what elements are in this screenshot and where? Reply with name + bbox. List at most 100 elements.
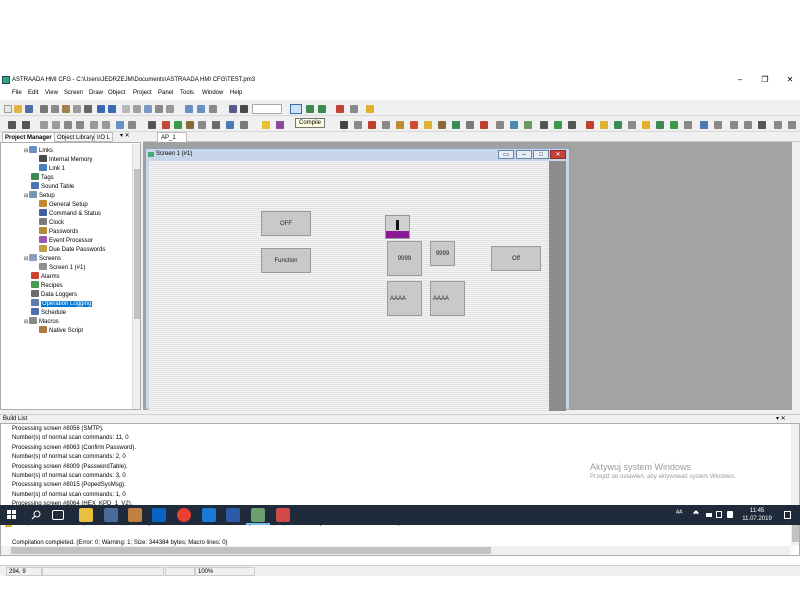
tree-node[interactable]: ⊟ Links (24, 146, 53, 155)
tree-node[interactable]: Schedule (31, 308, 66, 317)
warning-tool-icon[interactable] (586, 121, 594, 129)
ascii-display-2[interactable]: AAAA (430, 281, 465, 316)
screen-canvas[interactable]: OFF Function 9999 9999 Off AAAA AAAA (149, 161, 549, 411)
edge-icon[interactable] (202, 508, 216, 522)
screen-maximize-button[interactable]: □ (533, 150, 549, 159)
tree-node[interactable]: Due Date Passwords (39, 245, 105, 254)
build-hscrollbar[interactable] (1, 546, 791, 555)
people-icon[interactable]: ᴬᴬ (676, 510, 682, 517)
slider-object[interactable] (385, 215, 410, 239)
print-icon[interactable] (84, 105, 92, 113)
slider-tool-icon[interactable] (212, 121, 220, 129)
tree-node[interactable]: Screen 1 (#1) (39, 263, 85, 272)
copy-format-icon[interactable] (40, 121, 48, 129)
screen-minimize-button[interactable]: – (516, 150, 532, 159)
start-icon[interactable] (7, 510, 17, 520)
menu-edit[interactable]: Edit (28, 90, 38, 96)
close-button[interactable]: ✕ (780, 75, 800, 85)
task-view-icon[interactable] (52, 510, 64, 520)
redo-icon[interactable] (108, 105, 116, 113)
tree-node[interactable]: Link 1 (39, 164, 65, 173)
send-back-icon[interactable] (76, 121, 84, 129)
calendar-tool-icon[interactable] (368, 121, 376, 129)
print-tool-icon[interactable] (758, 121, 766, 129)
distribute-icon[interactable] (116, 121, 124, 129)
screen-close-button[interactable]: ✕ (550, 150, 566, 159)
slider-handle[interactable] (396, 220, 399, 230)
rect-tool-icon[interactable] (22, 121, 30, 129)
map-tool-icon[interactable] (524, 121, 532, 129)
tree-node[interactable]: Operation Logging (31, 299, 93, 308)
volume-icon[interactable] (727, 511, 733, 518)
menu-object[interactable]: Object (108, 90, 125, 96)
paint-icon[interactable] (276, 508, 290, 522)
tree-node[interactable]: Recipes (31, 281, 63, 290)
tab-project-manager[interactable]: Project Manager (2, 132, 55, 142)
outlook-icon[interactable] (152, 508, 166, 522)
off-lamp[interactable]: Off (491, 246, 541, 271)
build-vscroll-thumb[interactable] (792, 524, 799, 542)
numeric-display-1[interactable]: 9999 (387, 241, 422, 276)
save-icon[interactable] (25, 105, 33, 113)
group-icon[interactable] (155, 105, 163, 113)
menu-draw[interactable]: Draw (89, 90, 103, 96)
select-tool-icon[interactable] (8, 121, 16, 129)
config-tool-icon[interactable] (684, 121, 692, 129)
pipe-tool-icon[interactable] (276, 121, 284, 129)
tab-object-library[interactable]: Object Library (54, 132, 98, 142)
menu-screen[interactable]: Screen (64, 90, 83, 96)
file-tool-icon[interactable] (744, 121, 752, 129)
bulb-tool-icon[interactable] (262, 121, 270, 129)
list-tool-icon[interactable] (714, 121, 722, 129)
pin-icon[interactable]: ▾ ✕ (120, 132, 130, 139)
menu-tools[interactable]: Tools (180, 90, 194, 96)
home-tool-icon[interactable] (480, 121, 488, 129)
bring-front-icon[interactable] (64, 121, 72, 129)
notification-icon[interactable] (784, 511, 791, 519)
pie-tool-icon[interactable] (554, 121, 562, 129)
browser-tool-icon[interactable] (510, 121, 518, 129)
recipe-tool-icon[interactable] (438, 121, 446, 129)
pointer-icon[interactable] (240, 105, 248, 113)
table-tool-icon[interactable] (382, 121, 390, 129)
tree-node[interactable]: Event Processor (39, 236, 93, 245)
tab-io-list[interactable]: I/O L (94, 132, 114, 142)
ascii-tool-icon[interactable] (198, 121, 206, 129)
zoom-in-icon[interactable] (185, 105, 193, 113)
off-button[interactable]: OFF (261, 211, 311, 236)
matlab-icon[interactable] (128, 508, 142, 522)
duplicate-icon[interactable] (52, 121, 60, 129)
tree-node[interactable]: Native Script (39, 326, 83, 335)
tree-node[interactable]: ⊟ Setup (24, 191, 55, 200)
align-left-icon[interactable] (90, 121, 98, 129)
transfer-icon[interactable] (350, 105, 358, 113)
tree-node[interactable]: Data Loggers (31, 290, 77, 299)
compile-button[interactable] (290, 104, 302, 114)
layer-icon[interactable] (229, 105, 237, 113)
menu-panel[interactable]: Panel (158, 90, 173, 96)
trend-tool-icon[interactable] (452, 121, 460, 129)
menu-file[interactable]: File (12, 90, 22, 96)
tree-node[interactable]: Tags (31, 173, 54, 182)
network-icon[interactable] (716, 511, 722, 518)
keypad-tool-icon[interactable] (354, 121, 362, 129)
paste-icon[interactable] (62, 105, 70, 113)
refresh-tool-icon[interactable] (656, 121, 664, 129)
tray-chevron-icon[interactable] (693, 510, 699, 516)
button-tool-icon[interactable] (162, 121, 170, 129)
simulate-icon[interactable] (336, 105, 344, 113)
tab-ap1[interactable]: AP_1 (157, 132, 187, 142)
download-icon[interactable] (306, 105, 314, 113)
build-hscroll-thumb[interactable] (11, 547, 491, 554)
new-icon[interactable] (4, 105, 12, 113)
menu-help[interactable]: Help (230, 90, 242, 96)
upload-icon[interactable] (318, 105, 326, 113)
clock-tool-icon[interactable] (540, 121, 548, 129)
note-tool-icon[interactable] (600, 121, 608, 129)
numeric-tool-icon[interactable] (186, 121, 194, 129)
tree-node[interactable]: Sound Table (31, 182, 74, 191)
gauge-tool-icon[interactable] (568, 121, 576, 129)
zoom-combo[interactable] (252, 104, 282, 114)
workspace-scrollbar[interactable] (792, 142, 800, 410)
screen-icon[interactable] (144, 105, 152, 113)
